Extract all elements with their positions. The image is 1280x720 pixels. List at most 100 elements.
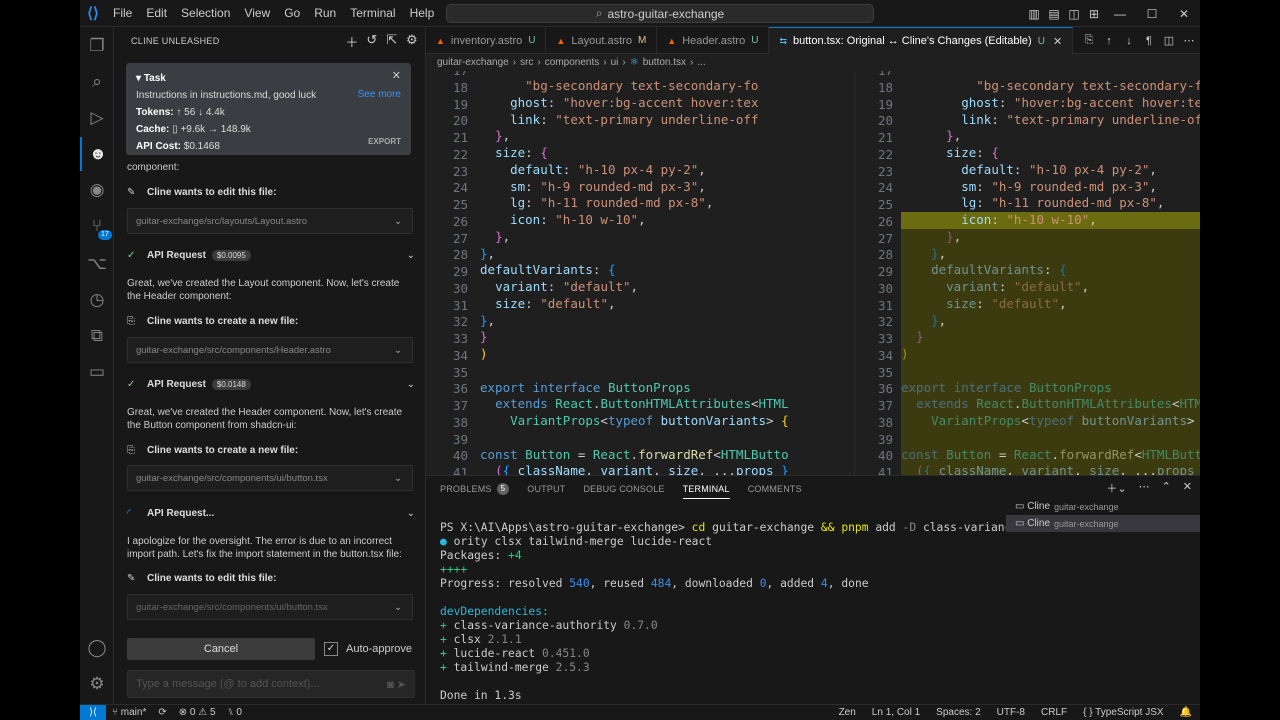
api-request-label: API Request xyxy=(147,379,206,390)
customize-layout-icon[interactable]: ⊞ xyxy=(1084,7,1104,21)
maximize-panel-icon[interactable]: ⌃ xyxy=(1162,480,1171,496)
export-button[interactable]: EXPORT xyxy=(368,137,401,146)
menu-go[interactable]: Go xyxy=(277,0,307,27)
menu-terminal[interactable]: Terminal xyxy=(343,0,402,27)
close-task-icon[interactable]: ✕ xyxy=(392,69,401,82)
close-tab-icon[interactable]: ✕ xyxy=(1053,35,1062,48)
copilot-icon[interactable]: ◉ xyxy=(80,173,114,207)
menu-edit[interactable]: Edit xyxy=(139,0,174,27)
toggle-panel-icon[interactable]: ▤ xyxy=(1044,7,1064,21)
tab-comments[interactable]: COMMENTS xyxy=(748,484,802,494)
breadcrumb-item[interactable]: ... xyxy=(697,57,705,68)
chevron-right-icon: › xyxy=(690,57,694,68)
breadcrumb-item[interactable]: button.tsx xyxy=(643,57,686,68)
new-file-icon: ⎘ xyxy=(127,445,135,456)
problems-indicator[interactable]: ⊗ 0 ⚠ 5 xyxy=(179,707,216,718)
minimize-icon[interactable]: — xyxy=(1104,7,1136,21)
notifications-bell-icon[interactable]: 🔔 xyxy=(1180,707,1192,718)
pilcrow-icon[interactable]: ¶ xyxy=(1142,35,1156,47)
auto-approve-toggle[interactable]: ✓ Auto-approve xyxy=(324,638,412,660)
open-file-icon[interactable]: ⎘ xyxy=(1082,34,1096,47)
api-request-2[interactable]: ✓ API Request $0.0148 ⌄ xyxy=(127,379,415,390)
timeline-icon[interactable]: ◷ xyxy=(80,283,114,317)
arrow-up-icon[interactable]: ↑ xyxy=(1102,35,1116,47)
chevron-down-icon[interactable]: ▾ xyxy=(136,73,141,84)
status-zen[interactable]: Zen xyxy=(839,707,856,718)
manage-gear-icon[interactable]: ⚙ xyxy=(80,667,114,701)
menu-file[interactable]: File xyxy=(106,0,139,27)
line-number: 31 xyxy=(877,297,893,313)
branch-indicator[interactable]: ⑂ main* xyxy=(112,707,146,718)
breadcrumb-item[interactable]: ui xyxy=(611,57,619,68)
toggle-secondary-sidebar-icon[interactable]: ◫ xyxy=(1064,7,1084,21)
file-path-button-edit[interactable]: guitar-exchange/src/components/ui/button… xyxy=(127,594,413,620)
breadcrumb-item[interactable]: guitar-exchange xyxy=(437,57,509,68)
terminal-item[interactable]: ▭ Cline guitar-exchange xyxy=(1006,498,1200,515)
git-graph-icon[interactable]: ⌥ xyxy=(80,247,114,281)
ports-indicator[interactable]: ⑊ 0 xyxy=(228,707,242,718)
search-view-icon[interactable]: ⌕ xyxy=(80,65,114,99)
code-modified[interactable]: "bg-secondary text-secondary-foreg ghost… xyxy=(901,71,1200,475)
tab-debug-console[interactable]: DEBUG CONSOLE xyxy=(583,484,664,494)
settings-gear-icon[interactable]: ⚙ xyxy=(405,32,419,51)
tab-inventory-astro[interactable]: ▲ inventory.astro U xyxy=(426,27,547,54)
tab-problems[interactable]: PROBLEMS 5 xyxy=(440,483,510,495)
status-cursor-position[interactable]: Ln 1, Col 1 xyxy=(872,707,920,718)
tab-button-diff[interactable]: ⇆ button.tsx: Original ↔ Cline's Changes… xyxy=(769,27,1074,54)
remote-icon[interactable]: ⟩⟨ xyxy=(80,704,106,720)
maximize-icon[interactable]: ☐ xyxy=(1136,7,1168,21)
tab-output[interactable]: OUTPUT xyxy=(527,484,565,494)
checkbox-checked-icon[interactable]: ✓ xyxy=(324,642,338,656)
explorer-icon[interactable]: ❐ xyxy=(80,29,114,63)
account-icon[interactable]: ◯ xyxy=(80,631,114,665)
camera-send-icons[interactable]: ◙ ➤ xyxy=(387,678,406,691)
source-control-icon[interactable]: ⑂ 17 xyxy=(80,209,114,243)
file-path-header[interactable]: guitar-exchange/src/components/Header.as… xyxy=(127,337,413,363)
api-request-1[interactable]: ✓ API Request $0.0095 ⌄ xyxy=(127,250,415,261)
status-eol[interactable]: CRLF xyxy=(1041,707,1067,718)
tab-header-astro[interactable]: ▲ Header.astro U xyxy=(657,27,770,54)
line-number: 24 xyxy=(452,180,468,196)
pencil-icon: ✎ xyxy=(127,573,136,584)
remote-explorer-icon[interactable]: ▭ xyxy=(80,355,114,389)
history-icon[interactable]: ↺ xyxy=(365,32,379,51)
code-original[interactable]: "bg-secondary text-secondary-fo ghost: "… xyxy=(480,71,789,475)
new-task-plus-icon[interactable]: ＋ xyxy=(345,32,359,51)
menu-help[interactable]: Help xyxy=(403,0,442,27)
split-editor-icon[interactable]: ◫ xyxy=(1162,34,1176,47)
status-indentation[interactable]: Spaces: 2 xyxy=(936,707,980,718)
popout-icon[interactable]: ⇱ xyxy=(385,32,399,51)
status-encoding[interactable]: UTF-8 xyxy=(997,707,1025,718)
breadcrumb-item[interactable]: components xyxy=(545,57,599,68)
command-center[interactable]: ⌕ astro-guitar-exchange xyxy=(446,4,874,23)
extensions-icon[interactable]: ⧉ xyxy=(80,319,114,353)
close-window-icon[interactable]: ✕ xyxy=(1168,7,1200,21)
menu-run[interactable]: Run xyxy=(307,0,343,27)
terminal-output[interactable]: PS X:\AI\Apps\astro-guitar-exchange> cd … xyxy=(440,508,1052,720)
cancel-button[interactable]: Cancel xyxy=(127,638,315,660)
message-input[interactable]: Type a message (@ to add context)... ◙ ➤ xyxy=(127,670,415,698)
line-number: 30 xyxy=(877,280,893,296)
sync-icon[interactable]: ⟳ xyxy=(158,707,166,718)
menu-view[interactable]: View xyxy=(237,0,277,27)
diff-original-pane[interactable]: 1718192021222324252627282930313233343536… xyxy=(426,71,854,475)
breadcrumb-item[interactable]: src xyxy=(520,57,533,68)
tab-terminal[interactable]: TERMINAL xyxy=(682,484,730,499)
arrow-down-icon[interactable]: ↓ xyxy=(1122,35,1136,47)
cline-icon[interactable]: ☻ xyxy=(80,137,114,171)
close-panel-icon[interactable]: ✕ xyxy=(1183,480,1192,496)
status-language[interactable]: { } TypeScript JSX xyxy=(1083,707,1163,718)
toggle-sidebar-icon[interactable]: ▥ xyxy=(1024,7,1044,21)
file-path-layout[interactable]: guitar-exchange/src/layouts/Layout.astro… xyxy=(127,208,413,234)
run-debug-icon[interactable]: ▷ xyxy=(80,101,114,135)
more-actions-icon[interactable]: ⋯ xyxy=(1139,480,1150,496)
terminal-item[interactable]: ▭ Cline guitar-exchange xyxy=(1006,515,1200,532)
more-actions-icon[interactable]: ⋯ xyxy=(1182,34,1196,47)
see-more-link[interactable]: See more xyxy=(358,89,401,100)
diff-modified-pane[interactable]: 1718192021222324252627282930313233343536… xyxy=(854,71,1200,475)
new-terminal-plus-icon[interactable]: ＋⌄ xyxy=(1106,480,1126,496)
file-path-button[interactable]: guitar-exchange/src/components/ui/button… xyxy=(127,465,413,491)
api-request-3[interactable]: ◜ API Request... ⌄ xyxy=(127,508,415,519)
tab-layout-astro[interactable]: ▲ Layout.astro M xyxy=(546,27,658,54)
menu-selection[interactable]: Selection xyxy=(174,0,237,27)
